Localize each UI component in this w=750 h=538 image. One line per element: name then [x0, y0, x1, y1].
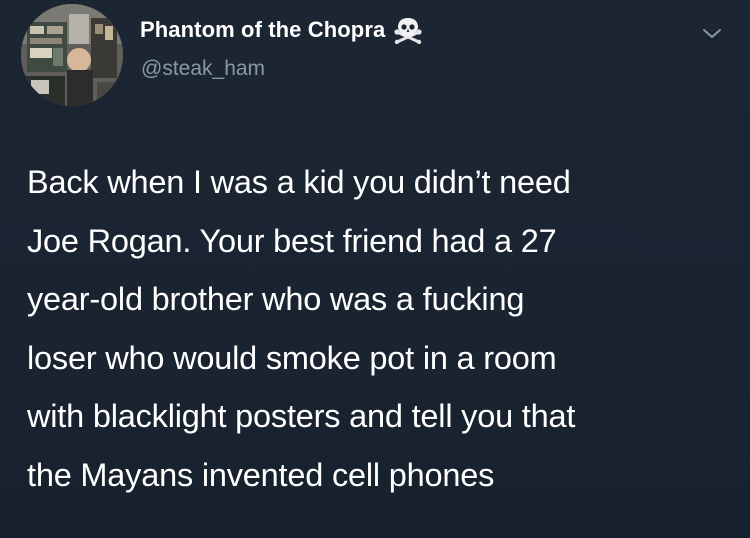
avatar-image [21, 4, 123, 106]
display-name[interactable]: Phantom of the Chopra [140, 17, 385, 43]
avatar[interactable] [21, 4, 123, 106]
tweet-text-line: the Mayans invented cell phones [27, 456, 495, 493]
tweet-card: Phantom of the Chopra @steak_ham Back wh… [0, 0, 750, 538]
tweet-text-line: Back when I was a kid you didn’t need [27, 164, 571, 200]
chevron-down-icon[interactable] [700, 24, 724, 44]
tweet-text-line: with blacklight posters and tell you tha… [27, 398, 576, 434]
tweet-text-line: loser who would smoke pot in a room [27, 339, 557, 376]
user-handle[interactable]: @steak_ham [141, 57, 265, 81]
skull-crossbones-icon [393, 16, 423, 45]
tweet-text-line: Joe Rogan. Your best friend had a 27 [27, 222, 557, 259]
tweet-text-line: year-old brother who was a fucking [27, 281, 525, 317]
tweet-text: Back when I was a kid you didn’t need Jo… [27, 153, 727, 504]
display-name-row[interactable]: Phantom of the Chopra [140, 16, 423, 45]
